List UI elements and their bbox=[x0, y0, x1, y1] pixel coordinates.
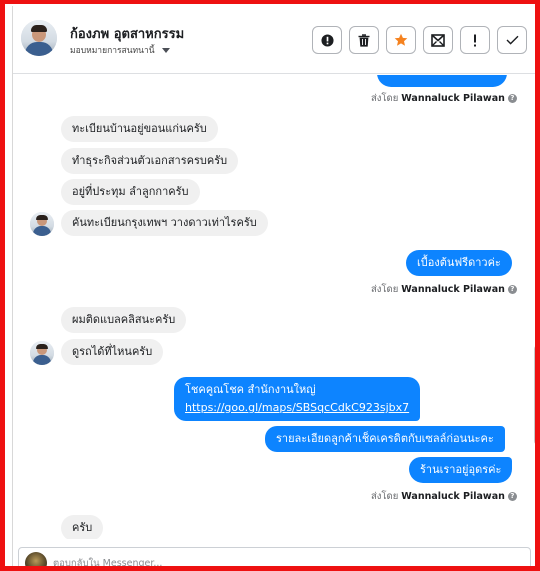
mark-done-button[interactable] bbox=[497, 26, 527, 54]
help-icon[interactable]: ? bbox=[507, 94, 517, 103]
delete-button[interactable] bbox=[349, 26, 379, 54]
check-icon bbox=[506, 35, 518, 45]
message-bubble-incoming[interactable]: ดูรถได้ที่ไหนครับ bbox=[61, 339, 164, 365]
assign-label: มอบหมายการสนทนานี้ bbox=[70, 46, 155, 56]
map-link[interactable]: https://goo.gl/maps/SBSqcCdkC923sjbx7 bbox=[185, 401, 409, 414]
message-bubble-outgoing[interactable]: โชคคูณโชค สำนักงานใหญ่ https://goo.gl/ma… bbox=[174, 377, 421, 421]
message-bubble-incoming[interactable]: ทะเบียนบ้านอยู่ขอนแก่นครับ bbox=[61, 116, 218, 142]
scrollbar-thumb[interactable] bbox=[534, 345, 535, 445]
scroll-down-arrow-icon[interactable] bbox=[535, 529, 537, 533]
message-bubble-incoming[interactable]: อยู่ที่ประทุม ลำลูกกาครับ bbox=[61, 179, 200, 205]
message-bubble-outgoing[interactable]: ร้านเราอยู่อุดรค่ะ bbox=[409, 457, 513, 483]
scroll-up-arrow-icon[interactable] bbox=[535, 78, 537, 82]
help-icon[interactable]: ? bbox=[507, 492, 517, 501]
conversation-panel: ก้องภพ อุตสาหกรรม มอบหมายการสนทนานี้ ส่ง… bbox=[12, 6, 537, 566]
trash-icon bbox=[358, 33, 370, 47]
envelope-icon bbox=[431, 33, 445, 47]
message-bubble-outgoing[interactable]: รายละเอียดลูกค้าเช็คเครดิตกับเซลล์ก่อนนะ… bbox=[265, 426, 505, 452]
mark-spam-button[interactable] bbox=[312, 26, 342, 54]
help-icon[interactable]: ? bbox=[507, 285, 517, 294]
star-icon bbox=[394, 33, 408, 46]
message-bubble-outgoing-partial[interactable] bbox=[377, 75, 507, 87]
screenshot-frame: ก้องภพ อุตสาหกรรม มอบหมายการสนทนานี้ ส่ง… bbox=[0, 0, 540, 571]
page-avatar bbox=[25, 552, 47, 566]
conversation-toolbar bbox=[312, 26, 527, 54]
message-list: ส่งโดย Wannaluck Pilawan ? ทะเบียนบ้านอย… bbox=[13, 75, 535, 539]
mark-unread-button[interactable] bbox=[423, 26, 453, 54]
star-button[interactable] bbox=[386, 26, 416, 54]
reply-input[interactable] bbox=[53, 553, 493, 566]
exclamation-icon bbox=[474, 34, 476, 46]
follow-up-button[interactable] bbox=[460, 26, 490, 54]
reply-composer bbox=[18, 547, 531, 566]
conversation-header: ก้องภพ อุตสาหกรรม มอบหมายการสนทนานี้ bbox=[13, 6, 535, 74]
message-text: โชคคูณโชค สำนักงานใหญ่ bbox=[185, 383, 316, 396]
sent-by-label: ส่งโดย Wannaluck Pilawan ? bbox=[371, 282, 517, 297]
contact-avatar[interactable] bbox=[21, 20, 57, 56]
message-bubble-incoming[interactable]: ผมติดแบลคลิสนะครับ bbox=[61, 307, 187, 333]
chat-scrollbar[interactable] bbox=[533, 75, 535, 537]
message-bubble-outgoing[interactable]: เบื้องต้นฟรีดาวค่ะ bbox=[406, 250, 512, 276]
sent-by-label: ส่งโดย Wannaluck Pilawan ? bbox=[371, 489, 517, 504]
contact-avatar-small bbox=[30, 341, 54, 365]
contact-avatar-small bbox=[30, 212, 54, 236]
message-bubble-incoming[interactable]: ทำธุระกิจส่วนตัวเอกสารครบครับ bbox=[61, 148, 239, 174]
message-bubble-incoming[interactable]: คันทะเบียนกรุงเทพฯ วางดาวเท่าไรครับ bbox=[61, 210, 268, 236]
sent-by-label: ส่งโดย Wannaluck Pilawan ? bbox=[371, 91, 517, 106]
contact-name[interactable]: ก้องภพ อุตสาหกรรม bbox=[70, 23, 184, 44]
chevron-down-icon bbox=[161, 47, 170, 53]
alert-circle-icon bbox=[320, 33, 334, 47]
assign-conversation-dropdown[interactable]: มอบหมายการสนทนานี้ bbox=[70, 43, 170, 57]
message-bubble-incoming[interactable]: ครับ bbox=[61, 515, 104, 539]
